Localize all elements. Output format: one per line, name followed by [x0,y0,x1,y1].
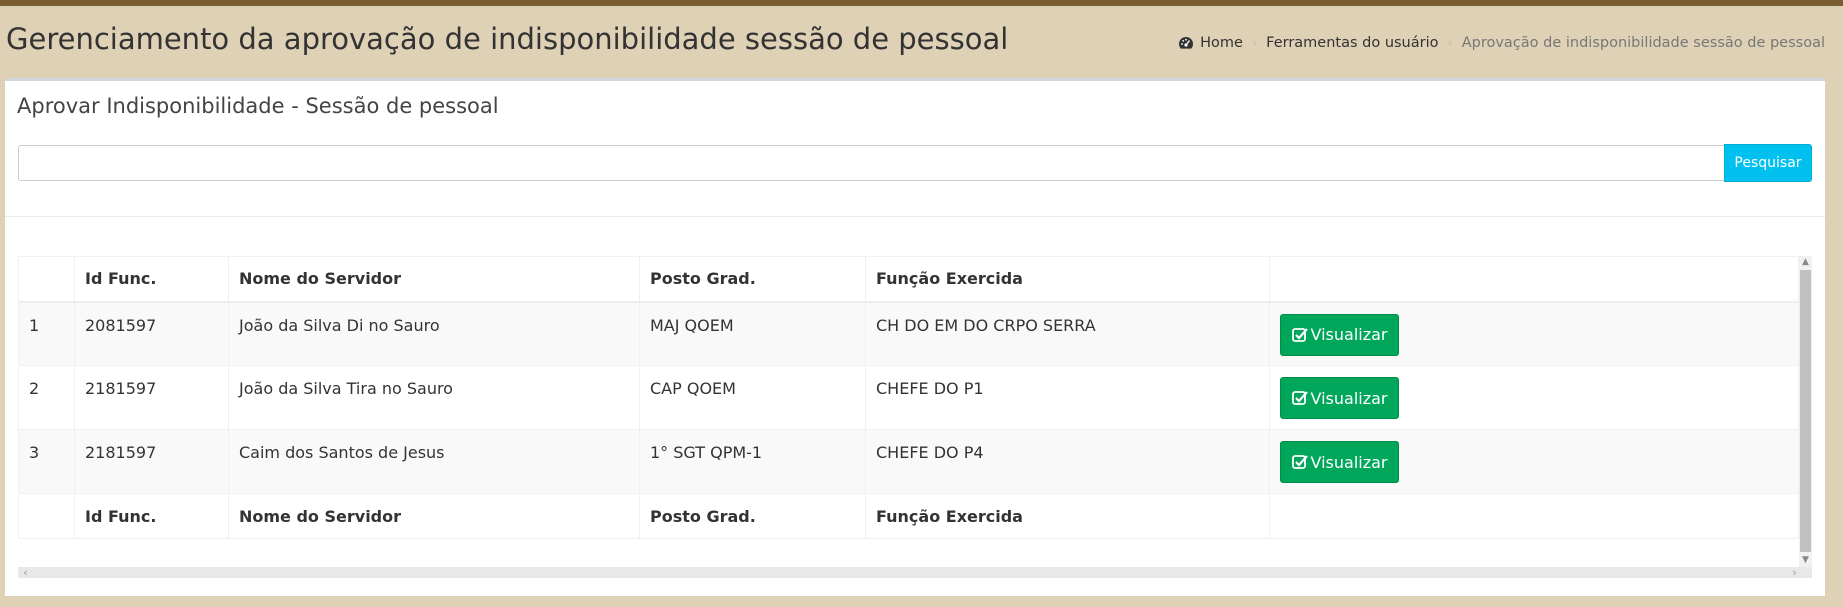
table-row: 1 2081597 João da Silva Di no Sauro MAJ … [18,301,1799,366]
dashboard-icon [1179,37,1194,49]
breadcrumb-home-label: Home [1200,35,1243,51]
breadcrumb-home[interactable]: Home [1178,35,1243,51]
row-id: 2181597 [74,429,229,494]
scroll-left-icon[interactable]: ‹ [20,567,31,578]
breadcrumb-separator: › [1251,35,1258,51]
col-footer-id: Id Func. [74,493,229,539]
col-footer-action [1269,493,1799,539]
approval-panel: Aprovar Indisponibilidade - Sessão de pe… [5,78,1825,596]
view-button-label: Visualizar [1310,388,1388,408]
row-name: João da Silva Di no Sauro [228,301,640,366]
page-title: Gerenciamento da aprovação de indisponib… [6,22,1009,56]
scroll-down-icon[interactable]: ▼ [1801,556,1810,565]
col-header-name[interactable]: Nome do Servidor [228,256,640,303]
col-header-rank[interactable]: Posto Grad. [639,256,866,303]
row-index: 1 [18,301,75,366]
check-square-icon [1291,391,1308,405]
breadcrumb-current: Aprovação de indisponibilidade sessão de… [1461,35,1825,51]
row-rank: MAJ QOEM [639,301,866,366]
col-footer-name: Nome do Servidor [228,493,640,539]
view-button-label: Visualizar [1310,452,1388,472]
row-action: Visualizar [1269,365,1799,430]
col-header-id[interactable]: Id Func. [74,256,229,303]
row-rank: CAP QOEM [639,365,866,430]
row-name: João da Silva Tira no Sauro [228,365,640,430]
row-action: Visualizar [1269,301,1799,366]
staff-table: Id Func. Nome do Servidor Posto Grad. Fu… [18,256,1799,539]
breadcrumb: Home › Ferramentas do usuário › Aprovaçã… [1178,35,1825,51]
row-role: CHEFE DO P1 [865,365,1270,430]
row-id: 2081597 [74,301,229,366]
row-id: 2181597 [74,365,229,430]
row-index: 2 [18,365,75,430]
row-name: Caim dos Santos de Jesus [228,429,640,494]
table-footer-row: Id Func. Nome do Servidor Posto Grad. Fu… [18,493,1799,539]
row-action: Visualizar [1269,429,1799,494]
check-square-icon [1291,455,1308,469]
breadcrumb-user-tools[interactable]: Ferramentas do usuário [1266,35,1438,51]
scroll-right-icon[interactable]: › [1789,567,1800,578]
table-row: 2 2181597 João da Silva Tira no Sauro CA… [18,365,1799,430]
row-index: 3 [18,429,75,494]
col-footer-role: Função Exercida [865,493,1270,539]
col-header-action [1269,256,1799,303]
view-button[interactable]: Visualizar [1280,313,1399,356]
check-square-icon [1291,327,1308,342]
col-footer-rank: Posto Grad. [639,493,866,539]
scroll-up-icon[interactable]: ▲ [1801,258,1810,267]
view-button[interactable]: Visualizar [1280,377,1399,419]
table-row: 3 2181597 Caim dos Santos de Jesus 1° SG… [18,429,1799,494]
search-button[interactable]: Pesquisar [1724,144,1812,182]
panel-title: Aprovar Indisponibilidade - Sessão de pe… [17,94,499,118]
col-header-index[interactable] [18,256,75,303]
panel-divider [5,216,1825,217]
table-header-row: Id Func. Nome do Servidor Posto Grad. Fu… [18,256,1799,303]
row-rank: 1° SGT QPM-1 [639,429,866,494]
vertical-scrollbar[interactable]: ▲ ▼ [1799,256,1812,567]
col-footer-index [18,493,75,539]
breadcrumb-separator: › [1447,35,1453,51]
vertical-scroll-thumb[interactable] [1800,270,1811,552]
table-container: Id Func. Nome do Servidor Posto Grad. Fu… [18,256,1812,578]
view-button-label: Visualizar [1310,325,1388,344]
row-role: CHEFE DO P4 [865,429,1270,494]
col-header-role[interactable]: Função Exercida [865,256,1270,303]
top-accent-bar [0,0,1843,6]
horizontal-scrollbar[interactable]: ‹ › [18,567,1812,578]
view-button[interactable]: Visualizar [1280,441,1399,483]
row-role: CH DO EM DO CRPO SERRA [865,301,1270,366]
search-input[interactable] [18,145,1729,181]
